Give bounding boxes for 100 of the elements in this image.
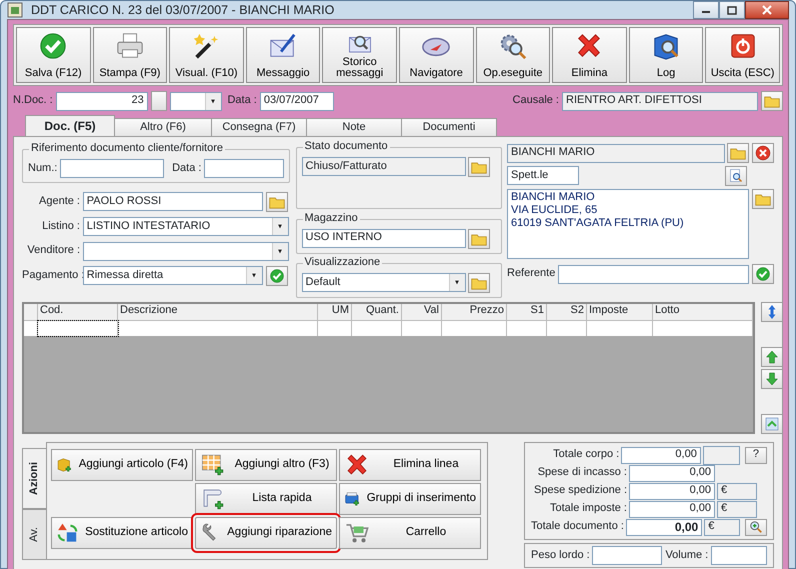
table-cell[interactable] (38, 321, 118, 336)
toolbar-button[interactable]: Uscita (ESC) (705, 27, 780, 83)
folder-button[interactable] (761, 91, 783, 111)
action-button[interactable]: Lista rapida (195, 483, 337, 515)
action-button[interactable]: Aggiungi articolo (F4) (51, 449, 193, 481)
dropdown-arrow-icon[interactable] (250, 273, 258, 278)
referente-field[interactable] (558, 264, 750, 284)
dropdown-arrow-icon[interactable] (453, 280, 461, 285)
field-label: Volume : (665, 548, 708, 562)
tab[interactable]: Documenti (401, 118, 497, 136)
field-label: Num.: (28, 162, 58, 176)
move-down-button[interactable] (760, 369, 782, 390)
toolbar-button[interactable]: Visual. (F10) (169, 27, 244, 83)
weight-field[interactable] (592, 546, 662, 565)
action-button[interactable]: Aggiungi altro (F3) (195, 449, 337, 481)
currency-field[interactable]: € (704, 518, 740, 536)
currency-field[interactable]: € (717, 482, 757, 500)
small-button[interactable] (150, 91, 167, 111)
field-label: Data : (172, 162, 202, 176)
currency-field[interactable]: € (717, 500, 757, 518)
app-icon (7, 1, 25, 19)
field-label: Venditore : (26, 244, 80, 258)
maximize-icon (727, 6, 737, 14)
amount-field[interactable]: 0,00 (629, 464, 715, 482)
toolbar-button[interactable]: Op.eseguite (476, 27, 550, 83)
customer-name-field[interactable]: BIANCHI MARIO (507, 144, 724, 162)
move-up-button[interactable] (760, 346, 782, 367)
preview-button[interactable] (725, 166, 748, 186)
dropdown-field[interactable]: LISTINO INTESTATARIO (82, 216, 289, 236)
action-button[interactable]: Elimina linea (339, 449, 481, 481)
tab[interactable]: Note (306, 118, 402, 136)
close-icon (761, 5, 773, 15)
address-line: BIANCHI MARIO (511, 190, 595, 204)
remove-button[interactable] (752, 143, 774, 163)
minimize-button[interactable] (693, 1, 719, 19)
toolbar-button[interactable]: Salva (F12) (16, 27, 91, 83)
action-button[interactable]: Carrello (339, 517, 481, 549)
amount-field[interactable]: 0,00 (629, 500, 715, 518)
side-tab[interactable]: Azioni (22, 448, 46, 509)
folder-button[interactable] (468, 228, 490, 248)
folder-button[interactable] (266, 192, 288, 212)
toolbar-button[interactable]: Elimina (552, 27, 627, 83)
down-arrow-icon (764, 371, 780, 388)
tab[interactable]: Consegna (F7) (211, 118, 307, 136)
action-button[interactable]: Sostituzione articolo (51, 517, 193, 549)
extra-field[interactable] (702, 446, 740, 464)
view-dropdown[interactable]: Default (302, 273, 466, 292)
field-label: Listino : (41, 220, 80, 233)
folder-button[interactable] (468, 273, 490, 293)
check-icon (268, 268, 284, 284)
total-label: Totale documento : (531, 520, 624, 534)
refresh-button[interactable] (760, 414, 782, 434)
dropdown-arrow-icon[interactable] (209, 98, 218, 104)
field-label: Peso lordo : (531, 548, 590, 562)
arrows-icon (764, 416, 780, 432)
help-button[interactable]: ? (744, 446, 767, 464)
folder-button[interactable] (752, 188, 774, 208)
toolbar-button[interactable]: Stampa (F9) (92, 27, 168, 83)
total-label: Totale imposte : (548, 502, 627, 516)
date-field[interactable]: 03/07/2007 (260, 92, 334, 110)
number-field[interactable] (60, 159, 164, 178)
amount-field[interactable]: 0,00 (621, 446, 701, 464)
field-label: Data : (227, 94, 257, 108)
toolbar-button[interactable]: Navigatore (398, 27, 474, 83)
number-field[interactable]: 23 (56, 92, 148, 110)
confirm-button[interactable] (266, 266, 288, 286)
move-button[interactable] (760, 302, 782, 322)
field-label: Causale : (512, 94, 559, 108)
amount-field[interactable]: 0,00 (626, 518, 702, 536)
zoom-button[interactable] (745, 518, 767, 536)
dropdown-arrow-icon[interactable] (276, 224, 284, 229)
check-icon (755, 266, 771, 282)
folder-button[interactable] (468, 157, 490, 177)
close-button[interactable] (745, 1, 789, 19)
field-label: Agente : (38, 194, 80, 208)
confirm-button[interactable] (752, 264, 774, 284)
total-label: Totale corpo : (552, 448, 620, 462)
table-plus-icon (200, 452, 226, 478)
side-tab[interactable]: Av. (22, 508, 46, 560)
text-field[interactable]: PAOLO ROSSI (82, 192, 263, 211)
amount-field[interactable]: 0,00 (629, 482, 715, 500)
address-field[interactable]: BIANCHI MARIO VIA EUCLIDE, 65 61019 SANT'AGATA FELTRIA (PU) (507, 188, 750, 258)
status-field[interactable]: Chiuso/Fatturato (302, 157, 466, 176)
toolbar-button[interactable]: Messaggio (246, 27, 320, 83)
date-field[interactable] (204, 159, 284, 178)
zoom-in-icon (749, 520, 763, 534)
salutation-field[interactable]: Spett.le (507, 166, 579, 186)
address-line: VIA EUCLIDE, 65 (511, 204, 598, 217)
document-magnifier-icon (728, 168, 744, 184)
reason-field[interactable]: RIENTRO ART. DIFETTOSI (562, 92, 758, 110)
maximize-button[interactable] (719, 1, 745, 19)
tab[interactable]: Doc. (F5) (25, 115, 115, 136)
warehouse-field[interactable]: USO INTERNO (302, 228, 466, 248)
action-button[interactable]: Gruppi di inserimento (339, 483, 481, 515)
volume-field[interactable] (711, 546, 767, 565)
tab[interactable]: Altro (F6) (114, 118, 212, 136)
dropdown-field[interactable] (82, 242, 289, 260)
toolbar-button[interactable]: Log (628, 27, 704, 83)
toolbar-button[interactable]: Storico messaggi (322, 27, 397, 83)
dropdown-arrow-icon[interactable] (276, 248, 284, 254)
